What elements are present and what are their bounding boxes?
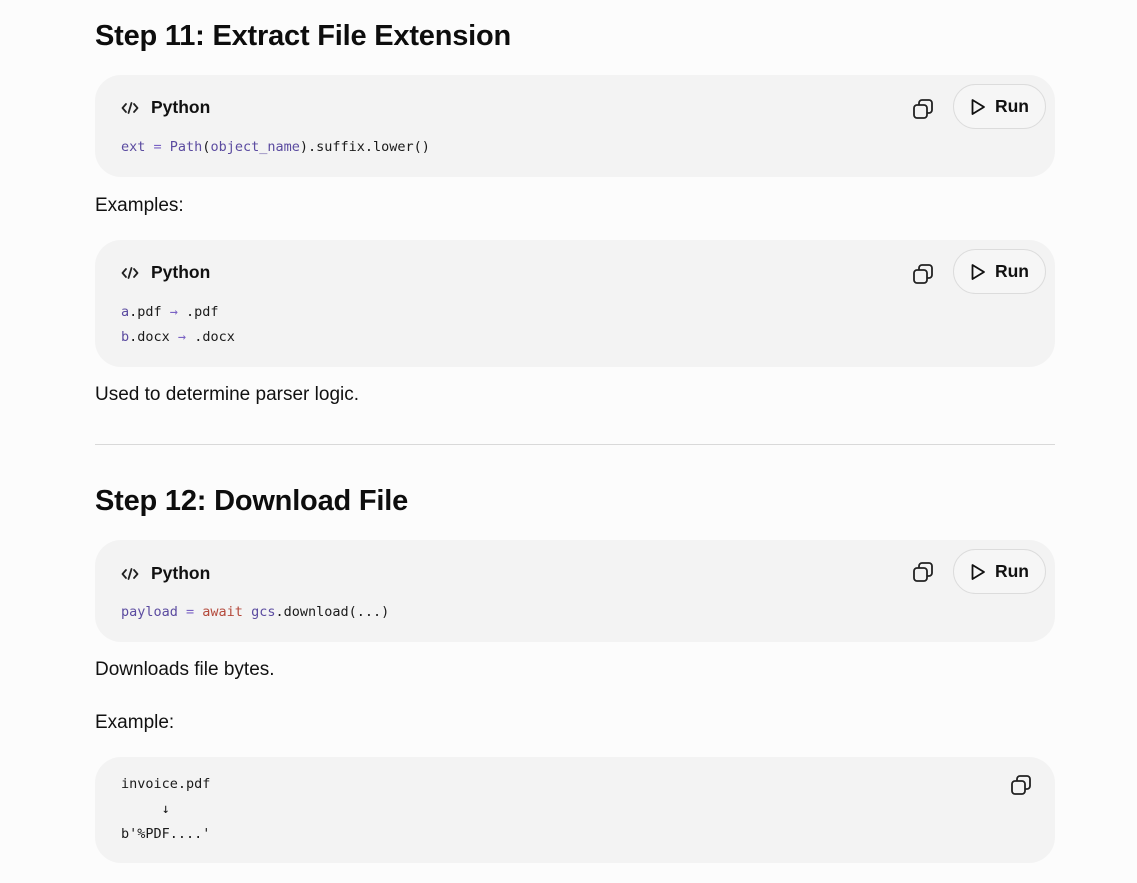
code-language-label: Python xyxy=(151,563,211,583)
code-content: invoice.pdf ↓ b'%PDF....' xyxy=(121,776,211,842)
run-button[interactable]: Run xyxy=(953,549,1046,594)
step-12-heading: Step 12: Download File xyxy=(95,485,409,517)
run-button[interactable]: Run xyxy=(953,84,1046,129)
code-block-download-example: invoice.pdf ↓ b'%PDF....' xyxy=(95,757,1055,863)
play-icon xyxy=(971,563,985,580)
code-language: Python xyxy=(121,563,210,584)
play-icon xyxy=(971,98,985,115)
section-divider xyxy=(95,444,1055,445)
examples-label: Examples: xyxy=(95,195,184,216)
play-icon xyxy=(971,263,985,280)
copy-button[interactable] xyxy=(1007,771,1035,799)
code-content: payload = await gcs.download(...) xyxy=(121,604,390,620)
run-button-label: Run xyxy=(994,261,1030,281)
code-language: Python xyxy=(121,262,210,283)
code-block-download: Python Run payload = await gcs.download(… xyxy=(95,540,1055,642)
code-language-label: Python xyxy=(151,97,211,117)
example-label: Example: xyxy=(95,712,175,733)
code-icon xyxy=(121,266,139,280)
copy-button[interactable] xyxy=(909,558,937,586)
code-language: Python xyxy=(121,97,210,118)
step-11-heading: Step 11: Extract File Extension xyxy=(95,20,512,52)
copy-button[interactable] xyxy=(909,95,937,123)
copy-button[interactable] xyxy=(909,260,937,288)
code-language-label: Python xyxy=(151,262,211,282)
code-icon xyxy=(121,101,139,115)
parser-note: Used to determine parser logic. xyxy=(95,384,360,405)
copy-icon xyxy=(913,99,933,119)
code-block-ext: Python Run ext = Path(object_name).suffi… xyxy=(95,75,1055,177)
code-content: a.pdf → .pdf b.docx → .docx xyxy=(121,304,235,345)
copy-icon xyxy=(913,562,933,582)
run-button[interactable]: Run xyxy=(953,249,1046,294)
copy-icon xyxy=(913,264,933,284)
code-icon xyxy=(121,567,139,581)
code-content: ext = Path(object_name).suffix.lower() xyxy=(121,139,430,155)
copy-icon xyxy=(1011,775,1031,795)
code-block-examples: Python Run a.pdf → .pdf b.docx → .docx xyxy=(95,240,1055,367)
run-button-label: Run xyxy=(994,561,1030,581)
run-button-label: Run xyxy=(994,96,1030,116)
download-note: Downloads file bytes. xyxy=(95,659,275,680)
